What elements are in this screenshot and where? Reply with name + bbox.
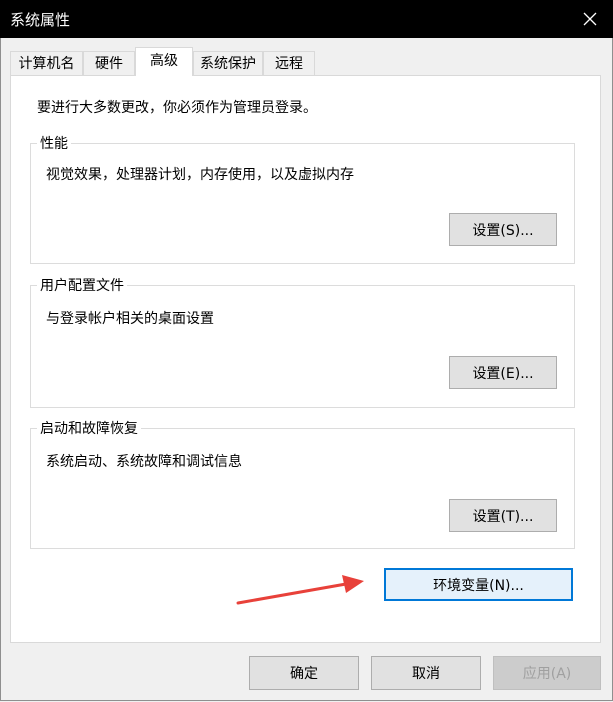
annotation-arrow-icon — [236, 575, 364, 605]
performance-description: 视觉效果，处理器计划，内存使用，以及虚拟内存 — [46, 167, 354, 183]
startup-recovery-group: 启动和故障恢复 系统启动、系统故障和调试信息 设置(T)... — [30, 418, 575, 549]
tab-hardware[interactable]: 硬件 — [83, 51, 135, 75]
ok-button[interactable]: 确定 — [249, 656, 359, 690]
tab-label: 硬件 — [95, 56, 123, 72]
user-profiles-settings-button[interactable]: 设置(E)... — [449, 356, 557, 389]
tab-label: 计算机名 — [18, 56, 75, 72]
title-bar: 系统属性 — [0, 0, 613, 38]
performance-legend: 性能 — [37, 133, 71, 153]
tab-remote[interactable]: 远程 — [263, 51, 315, 75]
user-profiles-description: 与登录帐户相关的桌面设置 — [46, 311, 214, 327]
tab-label: 高级 — [150, 53, 178, 69]
user-profiles-legend: 用户配置文件 — [37, 275, 127, 295]
tab-label: 远程 — [275, 56, 303, 72]
performance-settings-button[interactable]: 设置(S)... — [449, 213, 557, 246]
close-button[interactable] — [567, 0, 613, 38]
startup-recovery-description: 系统启动、系统故障和调试信息 — [46, 454, 242, 470]
admin-notice: 要进行大多数更改，你必须作为管理员登录。 — [37, 100, 317, 116]
tab-label: 系统保护 — [200, 56, 256, 72]
tab-system-protection[interactable]: 系统保护 — [193, 51, 263, 75]
performance-group: 性能 视觉效果，处理器计划，内存使用，以及虚拟内存 设置(S)... — [30, 133, 575, 264]
tab-advanced[interactable]: 高级 — [135, 47, 193, 76]
cancel-button[interactable]: 取消 — [371, 656, 481, 690]
window-title: 系统属性 — [10, 11, 71, 29]
user-profiles-group: 用户配置文件 与登录帐户相关的桌面设置 设置(E)... — [30, 275, 575, 408]
startup-recovery-legend: 启动和故障恢复 — [37, 418, 141, 438]
environment-variables-button[interactable]: 环境变量(N)... — [384, 568, 573, 601]
apply-button[interactable]: 应用(A) — [493, 656, 601, 690]
tab-computer-name[interactable]: 计算机名 — [10, 51, 83, 75]
close-icon — [583, 12, 597, 26]
startup-recovery-settings-button[interactable]: 设置(T)... — [449, 499, 557, 532]
